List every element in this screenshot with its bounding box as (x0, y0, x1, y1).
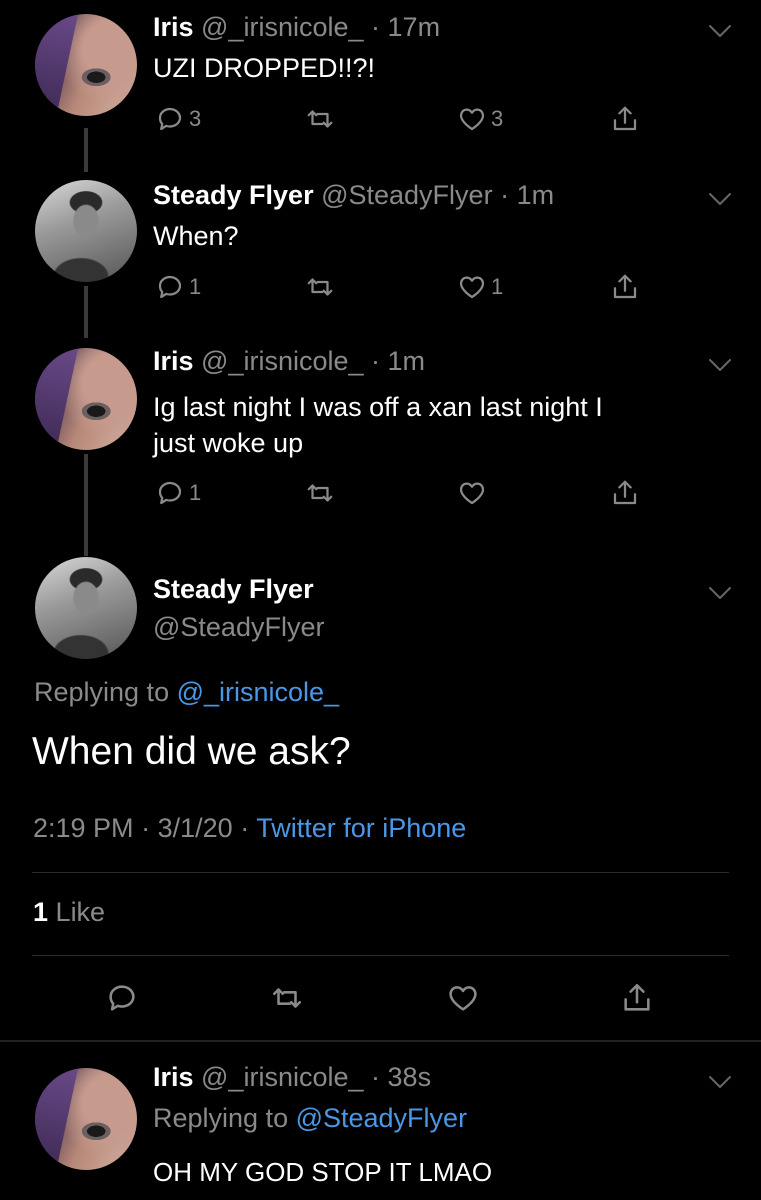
replying-to-link[interactable]: @SteadyFlyer (296, 1103, 467, 1133)
avatar[interactable] (35, 557, 137, 659)
handle[interactable]: @_irisnicole_ (201, 1062, 363, 1092)
tweet-header: Iris @_irisnicole_ · 1m (153, 346, 425, 377)
tweet-text-line: Ig last night I was off a xan last night… (153, 392, 603, 422)
chevron-down-icon[interactable] (708, 24, 732, 38)
handle[interactable]: @SteadyFlyer (153, 612, 324, 643)
like-total: 1 (33, 897, 49, 927)
share-button[interactable] (610, 478, 640, 508)
like-count: 3 (491, 106, 504, 131)
reply-icon (155, 104, 185, 134)
display-name[interactable]: Iris (153, 12, 194, 42)
retweet-icon (305, 104, 335, 134)
like-button[interactable]: 3 (457, 104, 503, 134)
likes-stat[interactable]: 1 Like (33, 897, 105, 928)
thread-connector-line (84, 454, 88, 556)
like-label: Like (55, 897, 106, 927)
reply-count: 1 (189, 274, 202, 299)
avatar[interactable] (35, 348, 137, 450)
reply-icon (155, 478, 185, 508)
tweet-date: 3/1/20 (157, 813, 233, 843)
replying-to: Replying to @SteadyFlyer (153, 1103, 468, 1133)
reply-icon[interactable] (105, 981, 139, 1015)
tweet-source-link[interactable]: Twitter for iPhone (256, 813, 466, 843)
tweet-actions: 3 3 (155, 104, 645, 140)
thread-connector-line (84, 286, 88, 338)
chevron-down-icon[interactable] (708, 192, 732, 206)
chevron-down-icon[interactable] (708, 1075, 732, 1089)
retweet-button[interactable] (305, 104, 339, 134)
tweet-header: Steady Flyer @SteadyFlyer · 1m (153, 180, 554, 211)
focused-tweet-text: When did we ask? (32, 730, 351, 773)
display-name[interactable]: Iris (153, 1062, 194, 1092)
reply-count: 1 (189, 480, 202, 505)
share-icon (610, 104, 640, 134)
reply-button[interactable]: 3 (155, 104, 201, 134)
tweet-text: UZI DROPPED!!?! (153, 53, 376, 83)
reply-icon (155, 272, 185, 302)
share-icon (610, 272, 640, 302)
focused-tweet-actions (0, 975, 761, 1019)
retweet-icon (305, 478, 335, 508)
reply-button[interactable]: 1 (155, 478, 201, 508)
meta-separator: · (141, 813, 151, 843)
share-icon (610, 478, 640, 508)
tweet-actions: 1 1 (155, 272, 645, 308)
reply-count: 3 (189, 106, 202, 131)
chevron-down-icon[interactable] (708, 358, 732, 372)
reply-button[interactable]: 1 (155, 272, 201, 302)
avatar[interactable] (35, 14, 137, 116)
tweet-header: Iris @_irisnicole_ · 38s (153, 1062, 431, 1093)
share-button[interactable] (610, 104, 640, 134)
replying-to-link[interactable]: @_irisnicole_ (177, 677, 339, 707)
retweet-icon[interactable] (270, 981, 304, 1015)
timestamp: · 1m (371, 346, 426, 376)
handle[interactable]: @SteadyFlyer (321, 180, 492, 210)
tweet-header: Iris @_irisnicole_ · 17m (153, 12, 440, 43)
display-name[interactable]: Steady Flyer (153, 574, 314, 605)
display-name[interactable]: Iris (153, 346, 194, 376)
like-icon (457, 478, 487, 508)
like-count: 1 (491, 274, 504, 299)
tweet-text-line: just woke up (153, 428, 304, 458)
avatar[interactable] (35, 180, 137, 282)
divider (32, 872, 729, 873)
like-button[interactable] (457, 478, 491, 508)
handle[interactable]: @_irisnicole_ (201, 346, 363, 376)
tweet-text: When? (153, 221, 239, 251)
like-icon[interactable] (446, 981, 480, 1015)
tweet-actions: 1 (155, 478, 645, 514)
retweet-button[interactable] (305, 478, 339, 508)
like-icon (457, 272, 487, 302)
like-icon (457, 104, 487, 134)
handle[interactable]: @_irisnicole_ (201, 12, 363, 42)
avatar[interactable] (35, 1068, 137, 1170)
timestamp: · 1m (500, 180, 555, 210)
retweet-button[interactable] (305, 272, 339, 302)
tweet-meta: 2:19 PM · 3/1/20 · Twitter for iPhone (33, 813, 466, 844)
divider (32, 955, 729, 956)
replying-to: Replying to @_irisnicole_ (34, 677, 340, 707)
share-button[interactable] (610, 272, 640, 302)
display-name[interactable]: Steady Flyer (153, 180, 314, 210)
timestamp: · 17m (371, 12, 441, 42)
retweet-icon (305, 272, 335, 302)
section-divider (0, 1040, 761, 1042)
timestamp: · 38s (371, 1062, 432, 1092)
like-button[interactable]: 1 (457, 272, 503, 302)
tweet-time: 2:19 PM (33, 813, 134, 843)
tweet-text: OH MY GOD STOP IT LMAO (153, 1157, 493, 1187)
share-icon[interactable] (620, 981, 654, 1015)
meta-separator: · (240, 813, 250, 843)
thread-connector-line (84, 128, 88, 172)
chevron-down-icon[interactable] (708, 586, 732, 600)
